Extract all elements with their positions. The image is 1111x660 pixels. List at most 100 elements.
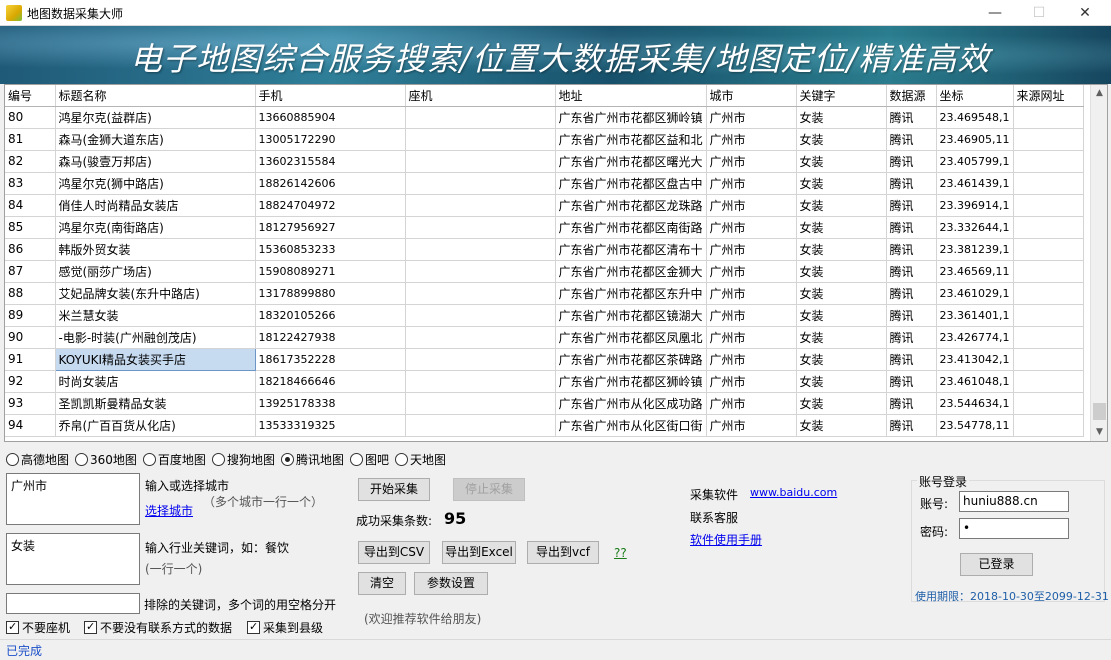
- results-grid[interactable]: 编号 标题名称 手机 座机 地址 城市 关键字 数据源 坐标 来源网址 80 鸿星尔克(益群店) 13…: [4, 84, 1108, 442]
- column-header[interactable]: 城市: [706, 85, 797, 107]
- radio-icon[interactable]: [211, 453, 225, 466]
- cell-phone[interactable]: 15360853233: [255, 238, 406, 261]
- column-header[interactable]: 坐标: [936, 85, 1014, 107]
- cell-title[interactable]: 圣凯凯斯曼精品女装: [55, 392, 256, 415]
- cell-phone[interactable]: 18320105266: [255, 304, 406, 327]
- settings-button[interactable]: 参数设置: [414, 572, 488, 595]
- cell-landline[interactable]: [405, 128, 556, 151]
- software-link[interactable]: www.baidu.com: [750, 486, 837, 499]
- cell-url[interactable]: [1013, 370, 1084, 393]
- cell-url[interactable]: [1013, 282, 1084, 305]
- cell-source[interactable]: 腾讯: [886, 216, 937, 239]
- cell-landline[interactable]: [405, 216, 556, 239]
- cell-keyword[interactable]: 女装: [796, 414, 887, 437]
- table-row[interactable]: 85 鸿星尔克(南街路店) 18127956927 广东省广州市花都区南街路 广州市 女装…: [5, 216, 1084, 239]
- cell-address[interactable]: 广东省广州市从化区街口街: [555, 414, 707, 437]
- map-option[interactable]: 百度地图: [142, 451, 206, 468]
- cell-id[interactable]: 80: [5, 106, 56, 129]
- cell-title[interactable]: KOYUKI精品女装买手店: [54, 347, 256, 371]
- cell-address[interactable]: 广东省广州市花都区东升中: [555, 282, 707, 305]
- cell-phone[interactable]: 13602315584: [255, 150, 406, 173]
- cell-id[interactable]: 87: [5, 260, 56, 283]
- map-option[interactable]: 360地图: [75, 451, 137, 468]
- table-row[interactable]: 80 鸿星尔克(益群店) 13660885904 广东省广州市花都区狮岭镇 广州市 女装腾…: [5, 106, 1084, 129]
- select-city-link[interactable]: 选择城市: [145, 502, 193, 519]
- checkbox-icon[interactable]: [6, 620, 19, 634]
- cell-source[interactable]: 腾讯: [886, 106, 937, 129]
- cell-source[interactable]: 腾讯: [886, 370, 937, 393]
- cell-url[interactable]: [1013, 238, 1084, 261]
- cell-keyword[interactable]: 女装: [796, 238, 887, 261]
- cell-keyword[interactable]: 女装: [796, 348, 887, 371]
- no-landline-checkbox[interactable]: 不要座机: [6, 619, 70, 636]
- cell-city[interactable]: 广州市: [706, 370, 797, 393]
- cell-address[interactable]: 广东省广州市花都区清布十: [555, 238, 707, 261]
- cell-coord[interactable]: 23.361401,1: [936, 304, 1014, 327]
- cell-phone[interactable]: 15908089271: [255, 260, 406, 283]
- cell-phone[interactable]: 13005172290: [255, 128, 406, 151]
- cell-keyword[interactable]: 女装: [796, 216, 887, 239]
- cell-address[interactable]: 广东省广州市花都区金狮大: [555, 260, 707, 283]
- checkbox-icon[interactable]: [247, 620, 260, 634]
- exclude-keywords-input[interactable]: [6, 593, 140, 614]
- cell-coord[interactable]: 23.426774,1: [936, 326, 1014, 349]
- table-row[interactable]: 93 圣凯凯斯曼精品女装 13925178338 广东省广州市从化区成功路 广州市 女装腾…: [5, 392, 1084, 415]
- checkbox-icon[interactable]: [84, 620, 97, 634]
- cell-title[interactable]: 乔帛(广百百货从化店): [55, 414, 256, 437]
- cell-phone[interactable]: 18617352228: [255, 348, 406, 371]
- cell-coord[interactable]: 23.461048,1: [936, 370, 1014, 393]
- cell-source[interactable]: 腾讯: [886, 304, 937, 327]
- cell-title[interactable]: 俏佳人时尚精品女装店: [55, 194, 256, 217]
- cell-landline[interactable]: [405, 348, 556, 371]
- cell-address[interactable]: 广东省广州市花都区曙光大: [555, 150, 707, 173]
- cell-address[interactable]: 广东省广州市花都区镜湖大: [555, 304, 707, 327]
- table-row[interactable]: 91 KOYUKI精品女装买手店 18617352228 广东省广州市花都区茶碑路 广州…: [5, 347, 1084, 371]
- username-input[interactable]: huniu888.cn: [959, 491, 1069, 512]
- cell-id[interactable]: 93: [5, 392, 56, 415]
- column-header[interactable]: 标题名称: [55, 85, 256, 107]
- cell-city[interactable]: 广州市: [706, 194, 797, 217]
- cell-address[interactable]: 广东省广州市花都区狮岭镇: [555, 370, 707, 393]
- table-row[interactable]: 87 感觉(丽莎广场店) 15908089271 广东省广州市花都区金狮大 广州市 女装腾…: [5, 260, 1084, 283]
- cell-phone[interactable]: 18218466646: [255, 370, 406, 393]
- cell-source[interactable]: 腾讯: [886, 128, 937, 151]
- cell-address[interactable]: 广东省广州市花都区狮岭镇: [555, 106, 707, 129]
- cell-title[interactable]: 鸿星尔克(狮中路店): [55, 172, 256, 195]
- cell-coord[interactable]: 23.405799,1: [936, 150, 1014, 173]
- clear-button[interactable]: 清空: [358, 572, 406, 595]
- cell-phone[interactable]: 18826142606: [255, 172, 406, 195]
- cell-city[interactable]: 广州市: [706, 260, 797, 283]
- cell-coord[interactable]: 23.544634,1: [936, 392, 1014, 415]
- cell-id[interactable]: 91: [5, 348, 56, 371]
- cell-city[interactable]: 广州市: [706, 150, 797, 173]
- cell-city[interactable]: 广州市: [706, 216, 797, 239]
- cell-url[interactable]: [1013, 128, 1084, 151]
- help-link[interactable]: ??: [614, 546, 627, 560]
- cell-city[interactable]: 广州市: [706, 348, 797, 371]
- table-row[interactable]: 86 韩版外贸女装 15360853233 广东省广州市花都区清布十 广州市 女装 腾讯 23…: [5, 238, 1084, 261]
- cell-address[interactable]: 广东省广州市花都区凤凰北: [555, 326, 707, 349]
- cell-coord[interactable]: 23.461439,1: [936, 172, 1014, 195]
- table-row[interactable]: 88 艾妃品牌女装(东升中路店) 13178899880 广东省广州市花都区东升中 广州…: [5, 282, 1084, 305]
- cell-keyword[interactable]: 女装: [796, 128, 887, 151]
- cell-city[interactable]: 广州市: [706, 106, 797, 129]
- map-option[interactable]: 腾讯地图: [280, 451, 344, 468]
- cell-landline[interactable]: [405, 326, 556, 349]
- cell-id[interactable]: 94: [5, 414, 56, 437]
- cell-phone[interactable]: 18824704972: [255, 194, 406, 217]
- login-button[interactable]: 已登录: [960, 553, 1033, 576]
- cell-keyword[interactable]: 女装: [796, 326, 887, 349]
- column-header[interactable]: 编号: [5, 85, 56, 107]
- cell-landline[interactable]: [405, 150, 556, 173]
- cell-url[interactable]: [1013, 414, 1084, 437]
- cell-keyword[interactable]: 女装: [796, 304, 887, 327]
- cell-landline[interactable]: [405, 304, 556, 327]
- export-excel-button[interactable]: 导出到Excel: [442, 541, 516, 564]
- cell-title[interactable]: 艾妃品牌女装(东升中路店): [55, 282, 256, 305]
- cell-phone[interactable]: 13925178338: [255, 392, 406, 415]
- cell-url[interactable]: [1013, 172, 1084, 195]
- cell-keyword[interactable]: 女装: [796, 106, 887, 129]
- keyword-input[interactable]: 女装: [6, 533, 140, 585]
- cell-keyword[interactable]: 女装: [796, 370, 887, 393]
- cell-coord[interactable]: 23.46569,11: [936, 260, 1014, 283]
